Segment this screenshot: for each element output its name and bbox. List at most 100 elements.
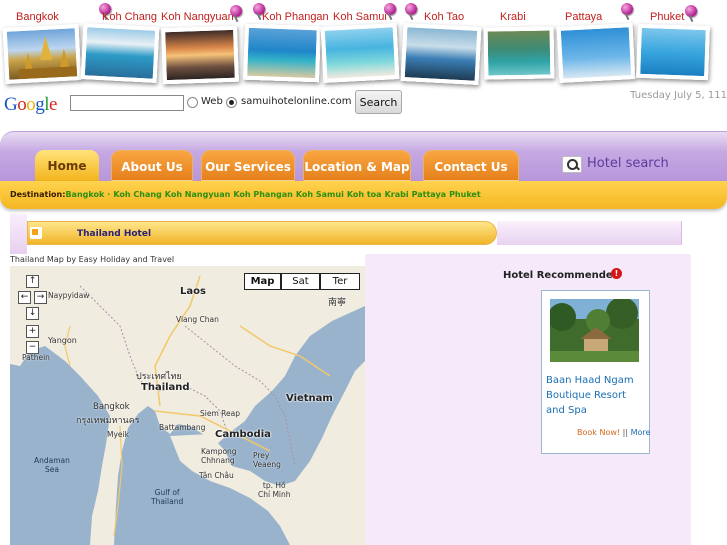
hotel-recommended-title: Hotel Recommended xyxy=(503,270,620,281)
photo-koh-nangyuan[interactable] xyxy=(161,25,239,85)
map-label-kampong-chhnang: Kampong Chhnang xyxy=(201,447,237,465)
map-label-tan-chau: Tân Châu xyxy=(199,471,234,480)
map-label-vientiane: Viang Chan xyxy=(176,315,219,324)
map-label-bangkok: Bangkok xyxy=(93,402,130,412)
thailand-map[interactable]: Map Sat Ter ↑ ← → ↓ + − Naypyidaw Laos V… xyxy=(10,266,365,545)
map-label-siem-reap: Siem Reap xyxy=(200,409,240,418)
dest-link-pattaya[interactable]: Pattaya xyxy=(412,190,446,199)
map-land-shapes xyxy=(10,266,365,545)
map-label-china: 南寧 xyxy=(328,298,347,308)
separator: · xyxy=(107,190,111,199)
dest-label-bangkok[interactable]: Bangkok xyxy=(16,11,59,23)
photo-krabi[interactable] xyxy=(483,26,555,80)
pin-icon xyxy=(384,3,396,15)
dest-link-koh-toa[interactable]: Koh toa xyxy=(347,190,382,199)
date-text: Tuesday July 5, 111 xyxy=(630,90,727,101)
search-input[interactable] xyxy=(70,95,184,111)
pin-icon xyxy=(685,5,697,17)
dest-link-krabi[interactable]: Krabi xyxy=(385,190,409,199)
dest-label-koh-phangan[interactable]: Koh Phangan xyxy=(262,11,329,23)
photo-koh-tao[interactable] xyxy=(400,22,482,86)
dest-link-bangkok[interactable]: Bangkok xyxy=(65,190,104,199)
map-type-map[interactable]: Map xyxy=(244,273,281,290)
photo-pattaya[interactable] xyxy=(556,23,636,83)
dest-label-pattaya[interactable]: Pattaya xyxy=(565,11,602,23)
book-now-link[interactable]: Book Now! xyxy=(577,428,620,437)
pan-down-icon[interactable]: ↓ xyxy=(26,307,39,320)
dest-label-koh-tao[interactable]: Koh Tao xyxy=(424,11,464,23)
photo-bangkok[interactable] xyxy=(2,24,82,84)
map-label-cambodia: Cambodia xyxy=(215,429,271,440)
pin-icon xyxy=(405,3,417,15)
tab-home[interactable]: Home xyxy=(35,150,99,182)
photo-koh-chang[interactable] xyxy=(80,23,160,83)
radio-web[interactable] xyxy=(187,97,198,108)
destination-bar: Destination:Bangkok · Koh Chang Koh Nangyua… xyxy=(0,181,727,209)
pin-icon xyxy=(230,5,242,17)
section-title: Thailand Hotel xyxy=(77,229,152,239)
map-type-terrain[interactable]: Ter xyxy=(320,273,360,290)
map-label-andaman-sea: Andaman Sea xyxy=(34,456,70,474)
map-caption: Thailand Map by Easy Holiday and Travel xyxy=(10,255,175,264)
photo-koh-phangan[interactable] xyxy=(243,23,321,83)
google-search-bar: Google Web samuihotelonline.com Search xyxy=(4,90,404,115)
map-label-thailand-thai: ประเทศไทย xyxy=(136,372,182,382)
section-band xyxy=(497,221,682,245)
destination-links: Destination:Bangkok · Koh Chang Koh Nangyua… xyxy=(10,190,484,199)
page: Bangkok Koh Chang Koh Nangyuan Koh Phang… xyxy=(0,0,727,545)
radio-web-label: Web xyxy=(201,96,223,107)
map-label-thailand: Thailand xyxy=(141,382,190,393)
dest-link-koh-nangyuan[interactable]: Koh Nangyuan xyxy=(165,190,231,199)
hotel-search-label: Hotel search xyxy=(587,156,669,171)
alert-icon: ! xyxy=(611,268,622,279)
dest-label-phuket[interactable]: Phuket xyxy=(650,11,684,23)
hotel-name-link[interactable]: Baan Haad Ngam Boutique Resort and Spa xyxy=(546,373,646,418)
recommended-hotel-card: Baan Haad Ngam Boutique Resort and Spa B… xyxy=(541,290,650,454)
hotel-links: Book Now! || More xyxy=(577,428,650,437)
photo-koh-samui[interactable] xyxy=(320,23,400,83)
temple-icon xyxy=(18,35,78,80)
map-label-yangon: Yangon xyxy=(48,336,77,345)
radio-site-label: samuihotelonline.com xyxy=(241,96,352,107)
dest-label-koh-chang[interactable]: Koh Chang xyxy=(102,11,157,23)
more-link[interactable]: More xyxy=(631,428,651,437)
pan-right-icon[interactable]: → xyxy=(34,291,47,304)
dest-link-koh-samui[interactable]: Koh Samui xyxy=(296,190,344,199)
map-label-pathein: Pathein xyxy=(22,353,50,362)
dest-link-koh-phangan[interactable]: Koh Phangan xyxy=(233,190,293,199)
pin-icon xyxy=(621,3,633,15)
tab-contact-us[interactable]: Contact Us xyxy=(423,150,519,182)
map-label-laos: Laos xyxy=(180,286,206,297)
dest-label-koh-nangyuan[interactable]: Koh Nangyuan xyxy=(161,11,234,23)
photo-phuket[interactable] xyxy=(636,23,710,81)
tab-about-us[interactable]: About Us xyxy=(111,150,193,182)
destination-photo-strip: Bangkok Koh Chang Koh Nangyuan Koh Phang… xyxy=(0,0,727,88)
map-label-bangkok-thai: กรุงเทพมหานคร xyxy=(76,416,140,426)
search-button[interactable]: Search xyxy=(355,90,402,114)
tab-location-map[interactable]: Location & Map xyxy=(303,150,411,182)
resort-photo-icon xyxy=(550,299,639,362)
pan-up-icon[interactable]: ↑ xyxy=(26,275,39,288)
radio-site[interactable] xyxy=(226,97,237,108)
zoom-in-icon[interactable]: + xyxy=(26,325,39,338)
map-label-hcm: tp. Hồ Chí Minh xyxy=(258,481,291,499)
map-label-prey-veng: Prey Veaeng xyxy=(253,451,281,469)
pan-left-icon[interactable]: ← xyxy=(18,291,31,304)
google-logo: Google xyxy=(4,94,57,115)
map-label-vietnam: Vietnam xyxy=(286,393,333,404)
map-label-gulf-of-thailand: Gulf of Thailand xyxy=(151,488,184,506)
dest-link-phuket[interactable]: Phuket xyxy=(449,190,481,199)
hotel-photo[interactable] xyxy=(550,299,639,362)
section-edge xyxy=(10,214,27,254)
page-icon xyxy=(30,227,42,239)
search-icon xyxy=(562,156,582,173)
dest-link-koh-chang[interactable]: Koh Chang xyxy=(113,190,161,199)
dest-label-krabi[interactable]: Krabi xyxy=(500,11,526,23)
map-label-naypyidaw: Naypyidaw xyxy=(48,291,90,300)
dest-label-koh-samui[interactable]: Koh Samui xyxy=(333,11,387,23)
map-type-satellite[interactable]: Sat xyxy=(281,273,320,290)
destination-label: Destination: xyxy=(10,190,66,199)
link-separator: || xyxy=(622,428,629,437)
map-label-battambang: Battambang xyxy=(159,423,206,432)
tab-our-services[interactable]: Our Services xyxy=(201,150,295,182)
